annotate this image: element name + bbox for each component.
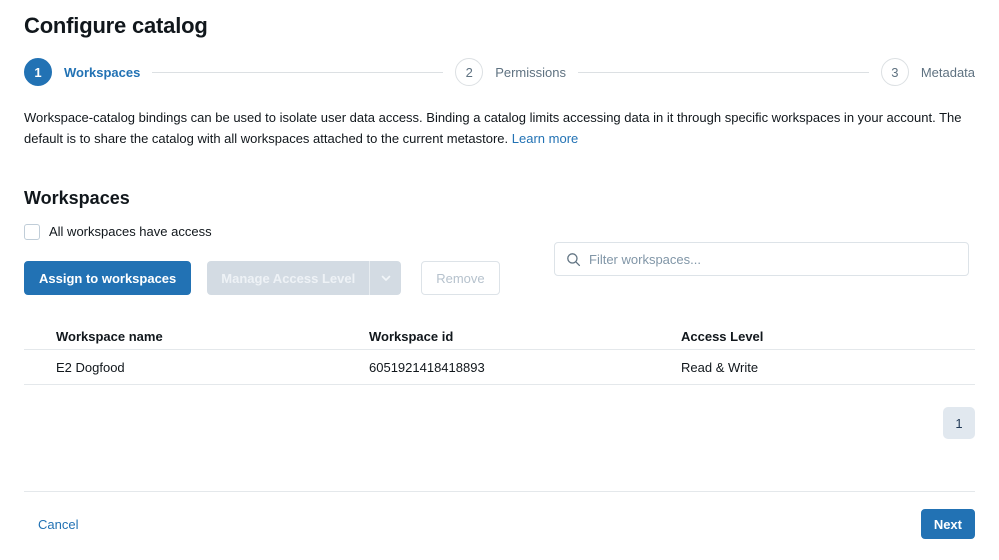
learn-more-link[interactable]: Learn more [512,131,578,146]
next-button[interactable]: Next [920,509,975,539]
search-icon [566,252,581,267]
column-header-workspace-id: Workspace id [369,328,454,344]
pagination-page-1[interactable]: 1 [943,407,975,439]
stepper-step-workspaces[interactable]: 1 Workspaces [24,58,140,86]
column-header-access-level: Access Level [681,328,764,344]
step-number-3: 3 [880,58,909,86]
cell-access-level: Read & Write [681,359,759,375]
step-number-2: 2 [455,58,484,86]
table-header-row: Workspace name Workspace id Access Level [24,323,975,350]
stepper-step-permissions[interactable]: 2 Permissions [455,58,566,86]
pagination: 1 [0,407,975,439]
all-workspaces-checkbox[interactable] [24,224,40,240]
workspaces-table: Workspace name Workspace id Access Level… [24,323,975,385]
search-input[interactable] [589,249,968,269]
assign-to-workspaces-button[interactable]: Assign to workspaces [24,261,192,295]
footer-actions: Cancel Next [24,508,975,540]
description-text: Workspace-catalog bindings can be used t… [24,107,969,149]
footer-divider [24,491,975,492]
stepper: 1 Workspaces 2 Permissions 3 Metadata [24,57,975,87]
table-row[interactable]: E2 Dogfood 6051921418418893 Read & Write [24,350,975,385]
all-workspaces-checkbox-label: All workspaces have access [49,224,212,239]
manage-access-level-button: Manage Access Level [207,261,370,295]
step-label-workspaces: Workspaces [64,64,141,80]
filter-workspaces-field[interactable] [554,242,969,276]
column-header-workspace-name: Workspace name [56,328,163,344]
stepper-connector-2 [577,71,869,73]
workspaces-section-title: Workspaces [24,188,130,208]
step-label-permissions: Permissions [495,64,566,80]
chevron-down-icon [369,261,402,295]
configure-catalog-page: Configure catalog 1 Workspaces 2 Permiss… [0,0,999,560]
page-title: Configure catalog [24,13,208,38]
manage-access-level-split-button[interactable]: Manage Access Level [207,261,402,295]
cell-workspace-id: 6051921418418893 [369,359,485,375]
all-workspaces-checkbox-row[interactable]: All workspaces have access [24,223,975,241]
stepper-connector-1 [152,71,444,73]
cancel-button[interactable]: Cancel [24,511,92,538]
description-body: Workspace-catalog bindings can be used t… [24,110,962,146]
remove-button: Remove [421,261,500,295]
step-number-1: 1 [24,58,52,86]
cell-workspace-name: E2 Dogfood [56,359,125,375]
stepper-step-metadata[interactable]: 3 Metadata [880,58,976,86]
step-label-metadata: Metadata [920,64,976,80]
